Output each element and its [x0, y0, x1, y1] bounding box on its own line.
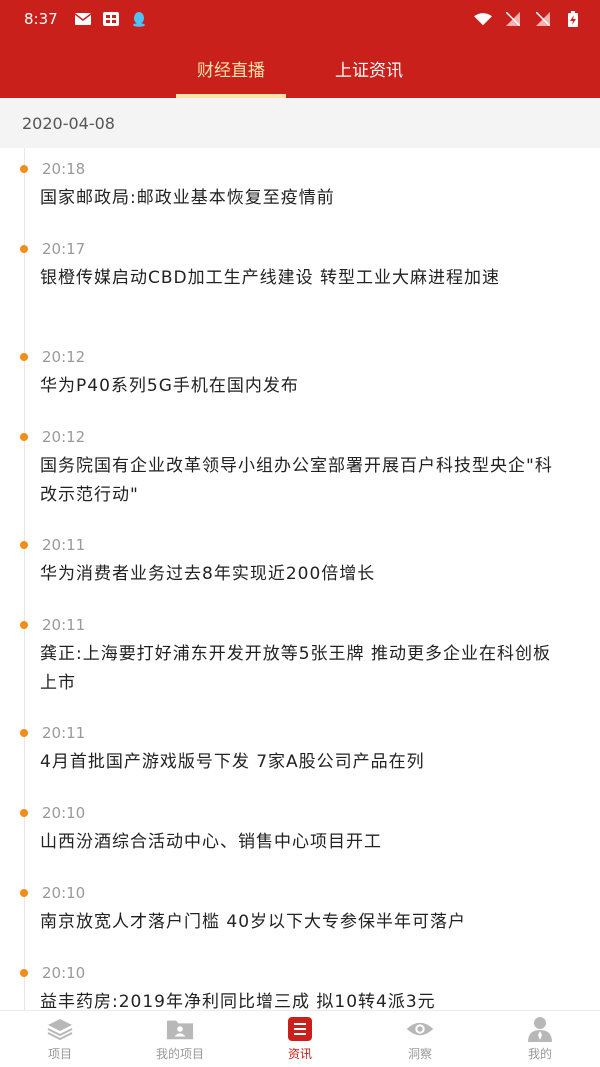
nav-insight[interactable]: 洞察: [360, 1011, 480, 1067]
timeline-dot: [20, 433, 28, 441]
news-timeline: 20:18 国家邮政局:邮政业基本恢复至疫情前 20:17 银橙传媒启动CBD加…: [0, 148, 600, 1010]
news-title[interactable]: 华为P40系列5G手机在国内发布: [40, 372, 560, 401]
timeline-dot: [20, 353, 28, 361]
timeline-dot: [20, 809, 28, 817]
no-sim-icon-2: [534, 12, 552, 26]
news-title[interactable]: 龚正:上海要打好浦东开发开放等5张王牌 推动更多企业在科创板上市: [40, 640, 560, 698]
wifi-icon: [474, 12, 492, 26]
timeline-dot: [20, 621, 28, 629]
news-title[interactable]: 山西汾酒综合活动中心、销售中心项目开工: [40, 828, 560, 857]
news-time: 20:12: [42, 428, 86, 446]
news-time: 20:12: [42, 348, 86, 366]
news-title[interactable]: 银橙传媒启动CBD加工生产线建设 转型工业大麻进程加速: [40, 264, 560, 293]
nav-me[interactable]: 我的: [480, 1011, 600, 1067]
person-icon: [526, 1016, 554, 1042]
timeline-line: [24, 148, 25, 1010]
news-title[interactable]: 南京放宽人才落户门槛 40岁以下大专参保半年可落户: [40, 908, 560, 937]
status-right-icons: [462, 11, 582, 27]
battery-charging-icon: [564, 11, 582, 27]
news-time: 20:10: [42, 964, 86, 982]
folder-user-icon: [166, 1016, 194, 1042]
status-time: 8:37: [24, 10, 58, 28]
news-title[interactable]: 益丰药房:2019年净利同比增三成 拟10转4派3元: [40, 988, 560, 1010]
news-title[interactable]: 华为消费者业务过去8年实现近200倍增长: [40, 560, 560, 589]
timeline-dot: [20, 245, 28, 253]
news-list-icon: [286, 1016, 314, 1042]
app-grid-icon: [102, 12, 120, 26]
layers-icon: [46, 1016, 74, 1042]
header-tabs: 财经直播 上证资讯: [0, 38, 600, 98]
news-time: 20:11: [42, 616, 86, 634]
timeline-dot: [20, 541, 28, 549]
tab-shanghai-news[interactable]: 上证资讯: [314, 38, 424, 98]
news-title[interactable]: 4月首批国产游戏版号下发 7家A股公司产品在列: [40, 748, 560, 777]
nav-my-projects[interactable]: 我的项目: [120, 1011, 240, 1067]
news-title[interactable]: 国家邮政局:邮政业基本恢复至疫情前: [40, 184, 560, 213]
mail-icon: [74, 12, 92, 26]
nav-label: 我的项目: [155, 1047, 204, 1061]
nav-label: 项目: [47, 1047, 72, 1061]
nav-news[interactable]: 资讯: [240, 1011, 360, 1067]
news-time: 20:11: [42, 536, 86, 554]
news-title[interactable]: 国务院国有企业改革领导小组办公室部署开展百户科技型央企"科改示范行动": [40, 452, 560, 510]
qq-penguin-icon: [130, 12, 148, 27]
date-header: 2020-04-08: [0, 98, 600, 148]
news-time: 20:10: [42, 884, 86, 902]
nav-label: 资讯: [287, 1047, 312, 1061]
no-sim-icon: [504, 12, 522, 26]
news-time: 20:11: [42, 724, 86, 742]
news-time: 20:18: [42, 160, 86, 178]
timeline-dot: [20, 729, 28, 737]
status-bar: 8:37: [0, 0, 600, 38]
nav-label: 洞察: [407, 1047, 432, 1061]
eye-icon: [406, 1016, 434, 1042]
timeline-dot: [20, 969, 28, 977]
timeline-dot: [20, 889, 28, 897]
nav-label: 我的: [527, 1047, 552, 1061]
nav-projects[interactable]: 项目: [0, 1011, 120, 1067]
bottom-nav: 项目 我的项目 资讯 洞察 我的: [0, 1010, 600, 1067]
tab-finance-live[interactable]: 财经直播: [176, 38, 286, 98]
timeline-dot: [20, 165, 28, 173]
news-time: 20:17: [42, 240, 86, 258]
news-time: 20:10: [42, 804, 86, 822]
